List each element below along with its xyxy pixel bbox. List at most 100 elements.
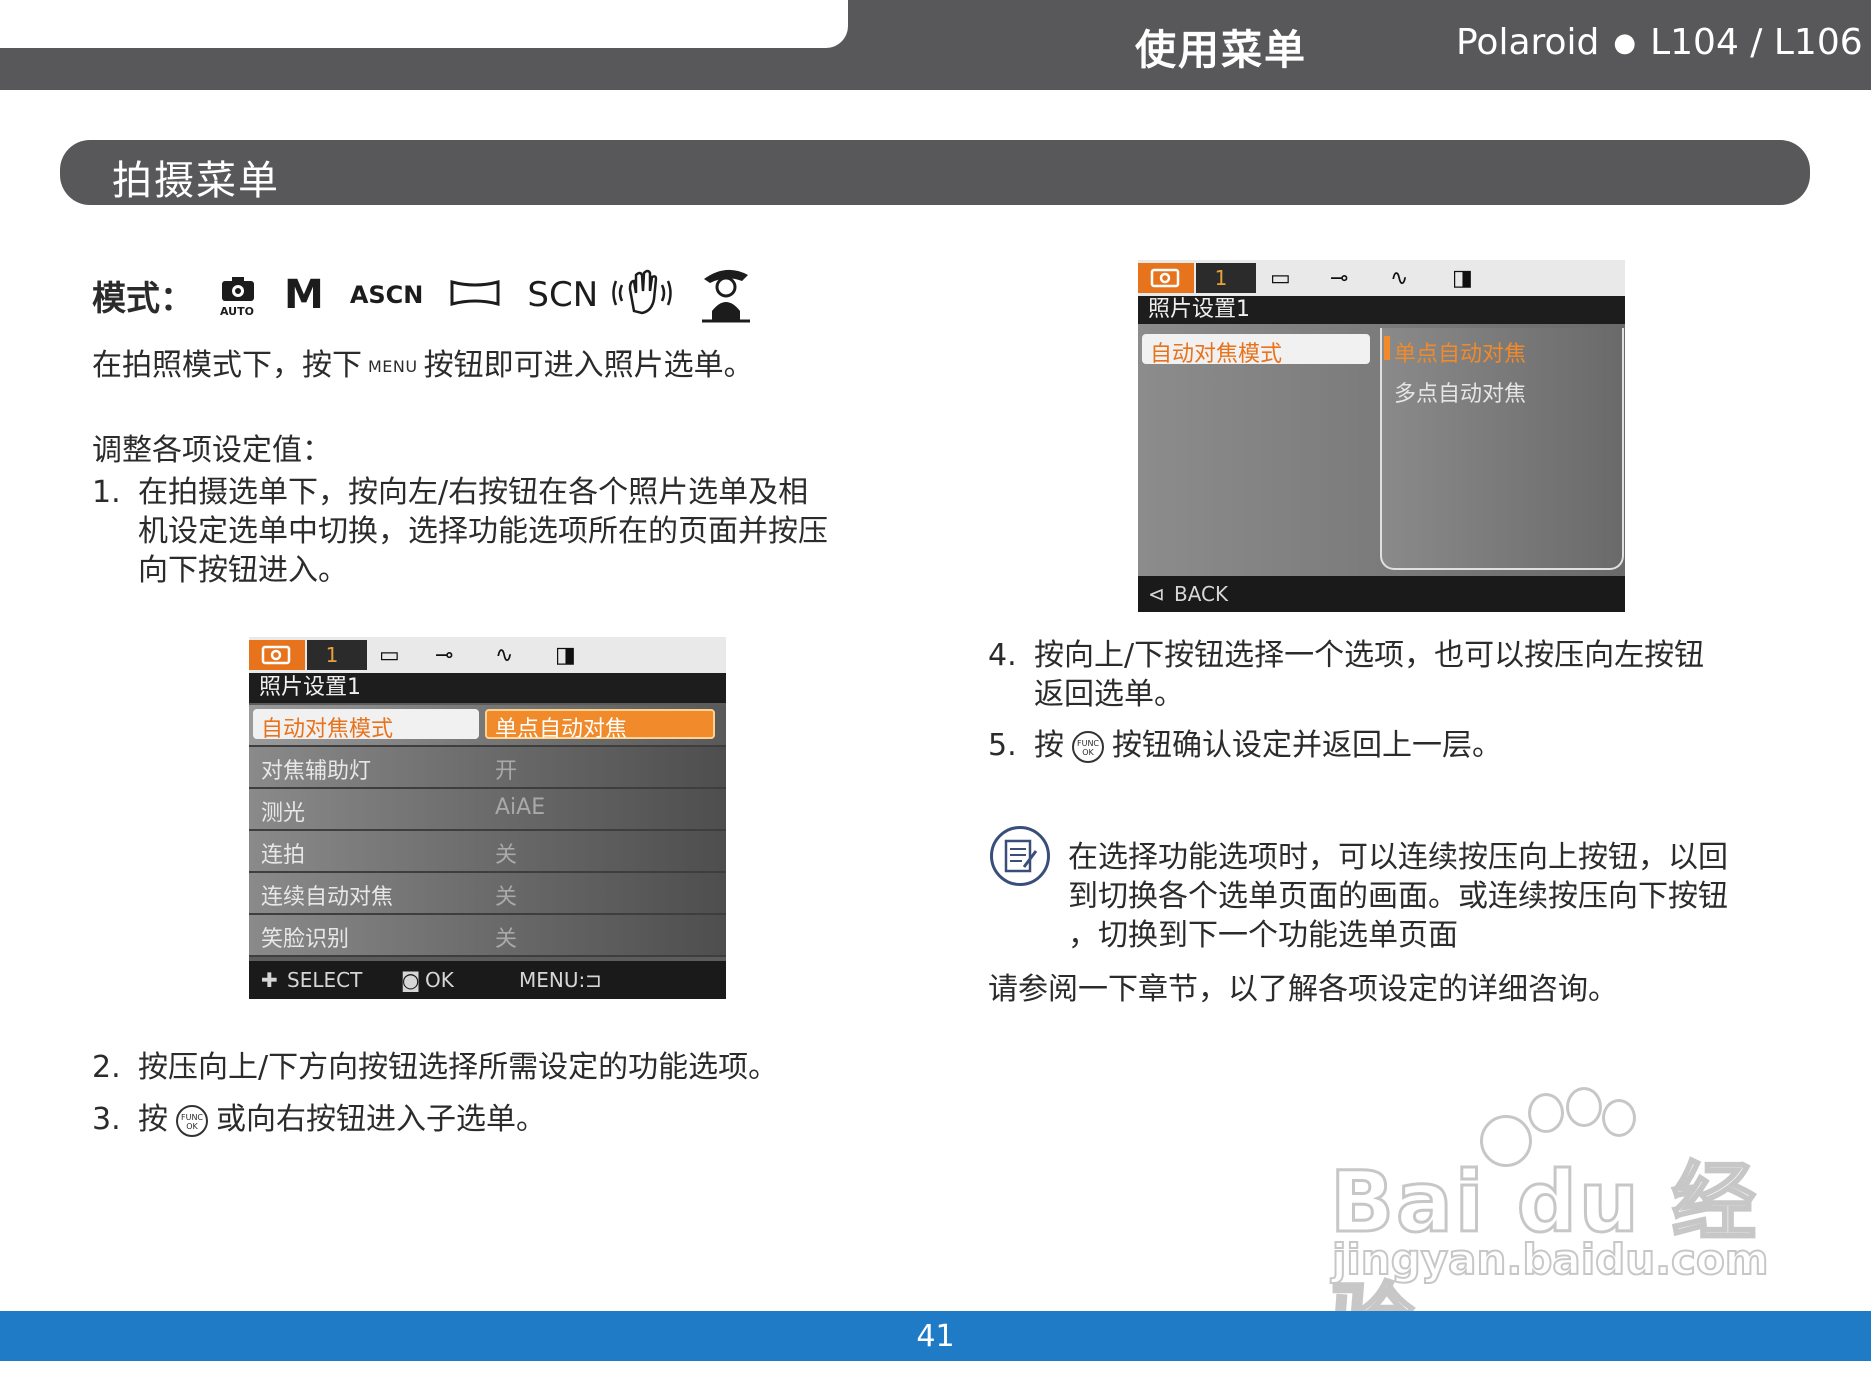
row-label: 测光 <box>261 801 306 826</box>
bullet-icon: ● <box>1613 28 1637 58</box>
ok-hint: OK <box>425 968 454 992</box>
section-bar: 拍摄菜单 <box>60 140 1810 205</box>
step-number: 2. <box>92 1050 121 1085</box>
intro-after: 按钮即可进入照片选单。 <box>423 348 754 383</box>
page-number: 41 <box>916 1319 955 1354</box>
row-value: AiAE <box>495 795 546 820</box>
intro-before: 在拍照模式下，按下 <box>92 348 362 383</box>
step-number: 4. <box>988 638 1017 673</box>
step-text: 在拍摄选单下，按向左/右按钮在各个照片选单及相 机设定选单中切换，选择功能选项所… <box>138 475 828 588</box>
step-text: 按向上/下按钮选择一个选项，也可以按压向左按钮 返回选单。 <box>1034 638 1705 712</box>
back-arrow-icon: ⊲ <box>1148 582 1165 606</box>
screen-footer: ⊲ BACK <box>1138 576 1625 612</box>
row-value: 单点自动对焦 <box>495 717 628 742</box>
playback-icon: ◨ <box>1452 266 1473 291</box>
row-label: 连拍 <box>261 843 306 868</box>
brand-name: Polaroid <box>1456 22 1600 63</box>
row-label: 自动对焦模式 <box>261 717 394 742</box>
step-1: 1. 在拍摄选单下，按向左/右按钮在各个照片选单及相 机设定选单中切换，选择功能… <box>92 473 892 593</box>
menu-key-label: MENU <box>368 357 418 376</box>
row-value: 关 <box>495 885 518 910</box>
row-value: 开 <box>495 759 518 784</box>
step-number: 1. <box>92 475 121 510</box>
row-label: 对焦辅助灯 <box>261 759 372 784</box>
step-number: 5. <box>988 728 1017 763</box>
step-5: 5. 按 FUNC OK 按钮确认设定并返回上一层。 <box>988 726 1808 766</box>
chapter-title: 使用菜单 <box>1135 26 1307 74</box>
submenu-cursor <box>1384 336 1390 360</box>
wave-icon: ∿ <box>1390 266 1409 291</box>
menu-row: 对焦辅助灯 开 <box>249 747 726 789</box>
screen-tab-bar: 1 2 ▭ ⊸ ∿ ◨ <box>1138 260 1625 320</box>
camera-menu-screen-1: 1 2 ▭ ⊸ ∿ ◨ 照片设置1 自动对焦模式 单点自动对焦 对焦辅助灯 开 … <box>249 637 726 999</box>
dpad-icon: ✚ <box>261 968 278 992</box>
step-before: 按 <box>138 1102 168 1137</box>
step-2: 2. 按压向上/下方向按钮选择所需设定的功能选项。 <box>92 1048 892 1088</box>
film-icon: ▭ <box>379 643 400 668</box>
step-after: 或向右按钮进入子选单。 <box>216 1102 546 1137</box>
mode-label: 模式： <box>92 278 194 319</box>
submenu-option: 多点自动对焦 <box>1394 382 1527 407</box>
step-3: 3. 按 FUNC OK 或向右按钮进入子选单。 <box>92 1100 892 1140</box>
screen-tab-bar: 1 2 ▭ ⊸ ∿ ◨ <box>249 637 726 697</box>
back-hint: BACK <box>1174 582 1229 606</box>
row-value: 关 <box>495 927 518 952</box>
tab-page-numbers: 1 2 <box>1196 263 1256 320</box>
adjust-title: 调整各项设定值： <box>92 433 332 468</box>
mode-row: 模式： AUTO M ASCN SCN <box>92 262 780 328</box>
step-text: 按 FUNC OK 按钮确认设定并返回上一层。 <box>1034 726 1502 765</box>
ok-button-icon: ◙ <box>401 968 421 992</box>
menu-row: 测光 AiAE <box>249 789 726 831</box>
step-4: 4. 按向上/下按钮选择一个选项，也可以按压向左按钮 返回选单。 <box>988 636 1808 716</box>
select-hint: SELECT <box>287 968 363 992</box>
auto-scn-icon: ASCN <box>349 281 424 309</box>
film-icon: ▭ <box>1270 266 1291 291</box>
tab-page-numbers: 1 2 <box>307 640 367 697</box>
section-title: 拍摄菜单 <box>112 158 280 204</box>
top-header-bar: 使用菜单 Polaroid ● L104 / L106 <box>0 0 1871 90</box>
func-ok-button-icon: FUNC OK <box>1072 730 1104 763</box>
model-name: L104 / L106 <box>1650 22 1863 63</box>
return-icon: ⊐ <box>585 968 602 992</box>
key-icon: ⊸ <box>435 643 454 668</box>
panorama-icon <box>449 278 501 312</box>
scn-icon: SCN <box>527 275 599 315</box>
note-icon <box>990 826 1050 886</box>
header-white-tab <box>0 0 848 48</box>
footer-bar: 41 <box>0 1311 1871 1361</box>
playback-icon: ◨ <box>555 643 576 668</box>
camera-menu-screen-2: 1 2 ▭ ⊸ ∿ ◨ 照片设置1 自动对焦模式 单点自动对焦 多点自动对焦 ⊲… <box>1138 260 1625 612</box>
watermark-url: jingyan.baidu.com <box>1331 1234 1770 1285</box>
step-text: 按压向上/下方向按钮选择所需设定的功能选项。 <box>138 1050 779 1085</box>
screen-footer: ✚ SELECT ◙ OK MENU: ⊐ <box>249 961 726 999</box>
submenu-option-selected: 单点自动对焦 <box>1394 342 1527 367</box>
intro-text: 在拍照模式下，按下 MENU 按钮即可进入照片选单。 <box>92 340 754 384</box>
auto-label: AUTO <box>220 305 254 318</box>
camera-tab-icon <box>249 640 305 670</box>
menu-hint: MENU: <box>519 968 586 992</box>
menu-row: 笑脸识别 关 <box>249 915 726 957</box>
reference-text: 请参阅一下章节，以了解各项设定的详细咨询。 <box>988 972 1618 1007</box>
camera-auto-icon: AUTO <box>218 275 258 318</box>
row-label: 笑脸识别 <box>261 927 350 952</box>
screen-header: 照片设置1 <box>1138 296 1625 324</box>
step-text: 按 FUNC OK 或向右按钮进入子选单。 <box>138 1100 546 1139</box>
step-number: 3. <box>92 1102 121 1137</box>
menu-row-af-mode: 自动对焦模式 单点自动对焦 <box>249 705 726 747</box>
func-ok-button-icon: FUNC OK <box>176 1104 208 1137</box>
step-before: 按 <box>1034 728 1064 763</box>
screen-header: 照片设置1 <box>249 673 726 703</box>
selected-menu-label: 自动对焦模式 <box>1150 342 1283 367</box>
camera-tab-icon <box>1138 263 1194 293</box>
brand-model: Polaroid ● L104 / L106 <box>1456 22 1863 63</box>
manual-m-icon: M <box>284 272 324 318</box>
step-after: 按钮确认设定并返回上一层。 <box>1112 728 1502 763</box>
row-label: 连续自动对焦 <box>261 885 394 910</box>
baidu-watermark: Bai du 经验 jingyan.baidu.com <box>1329 1085 1770 1374</box>
row-value: 关 <box>495 843 518 868</box>
menu-row: 连拍 关 <box>249 831 726 873</box>
portrait-person-icon <box>698 261 754 329</box>
menu-row: 连续自动对焦 关 <box>249 873 726 915</box>
note-text: 在选择功能选项时，可以连续按压向上按钮，以回 到切换各个选单页面的画面。或连续按… <box>1068 840 1728 953</box>
wave-icon: ∿ <box>495 643 514 668</box>
